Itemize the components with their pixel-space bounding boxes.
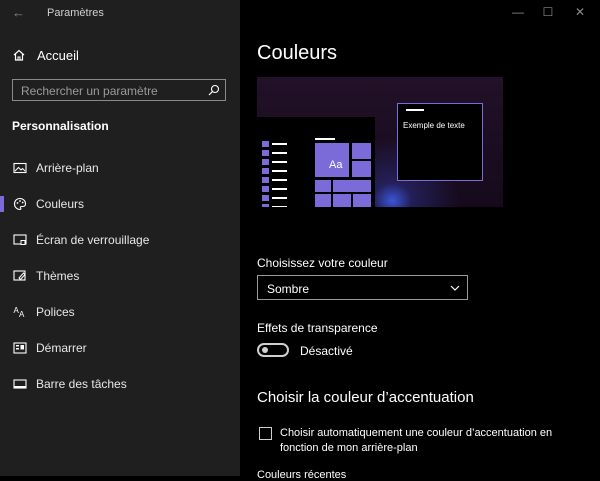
page-title: Couleurs [257,42,338,64]
preview-list-row [262,195,288,201]
preview-tile [352,161,371,177]
back-arrow-icon[interactable]: ← [12,5,28,21]
sidebar-item-themes[interactable]: Thèmes [0,261,240,291]
app-title: Paramètres [47,7,104,19]
sidebar-item-ecran-de-verrouillage[interactable]: Écran de verrouillage [0,225,240,255]
preview-sample-text: Exemple de texte [403,121,465,130]
color-preview: Aa Exemple de texte [257,77,503,207]
preview-tile [333,180,371,192]
maximize-icon[interactable]: ☐ [538,4,558,20]
picture-icon [13,162,27,174]
preview-window-titlebar [406,109,424,111]
auto-accent-label: Choisir automatiquement une couleur d’ac… [280,427,553,454]
lock-screen-icon [13,234,27,245]
home-label: Accueil [37,47,79,63]
transparency-state: Désactivé [300,344,353,358]
sidebar: ← Paramètres Accueil Rechercher un param… [0,0,240,476]
transparency-label: Effets de transparence [257,321,378,335]
search-placeholder: Rechercher un paramètre [21,84,158,98]
preview-list-row [262,204,288,207]
preview-tile [353,194,371,207]
preview-list-row [262,177,288,183]
recent-colors-heading: Couleurs récentes [257,469,347,481]
minimize-icon[interactable]: — [508,4,528,20]
sidebar-item-barre-des-taches[interactable]: Barre des tâches [0,369,240,399]
color-mode-value: Sombre [267,282,310,296]
preview-window: Exemple de texte [397,103,483,181]
preview-list-row [262,141,288,147]
preview-list-row [262,150,288,156]
preview-tile [352,143,371,159]
search-icon[interactable] [208,84,220,96]
sidebar-item-arriere-plan[interactable]: Arrière-plan [0,153,240,183]
transparency-toggle[interactable] [257,343,289,357]
home-link[interactable]: Accueil [12,46,79,64]
search-input[interactable]: Rechercher un paramètre [12,79,226,101]
toggle-knob [262,347,268,353]
sidebar-item-label: Arrière-plan [36,161,99,175]
sidebar-item-label: Barre des tâches [36,377,127,391]
themes-icon [13,270,26,281]
close-icon[interactable]: ✕ [570,4,590,20]
taskbar-icon [13,379,27,389]
sidebar-item-label: Polices [36,305,75,319]
sidebar-item-label: Démarrer [36,341,87,355]
preview-tile [333,194,351,207]
auto-accent-checkbox[interactable] [259,427,272,440]
preview-tile [315,194,331,207]
preview-tiles-header [315,138,335,140]
active-marker [0,196,4,212]
sidebar-item-demarrer[interactable]: Démarrer [0,333,240,363]
section-title: Personnalisation [12,119,109,133]
sidebar-item-label: Écran de verrouillage [36,233,150,247]
preview-tile-large: Aa [315,143,349,177]
start-icon [13,342,27,354]
color-mode-label: Choisissez votre couleur [257,256,388,270]
svg-text:A: A [19,310,25,319]
chevron-down-icon [450,285,460,291]
preview-list-row [262,186,288,192]
sidebar-item-couleurs[interactable]: Couleurs [0,189,240,219]
sidebar-item-polices[interactable]: A A Polices [0,297,240,327]
palette-icon [13,197,27,211]
preview-list-row [262,168,288,174]
main-content: — ☐ ✕ Couleurs Aa Exemple de texte Chois… [240,0,600,481]
preview-list-row [262,159,288,165]
preview-tile-text: Aa [329,159,343,171]
fonts-icon: A A [14,306,26,319]
preview-tile [315,180,331,192]
color-mode-select[interactable]: Sombre [257,275,468,300]
sidebar-item-label: Couleurs [36,197,85,211]
sidebar-item-label: Thèmes [36,269,80,283]
accent-section-title: Choisir la couleur d’accentuation [257,389,474,406]
home-icon [13,49,25,61]
